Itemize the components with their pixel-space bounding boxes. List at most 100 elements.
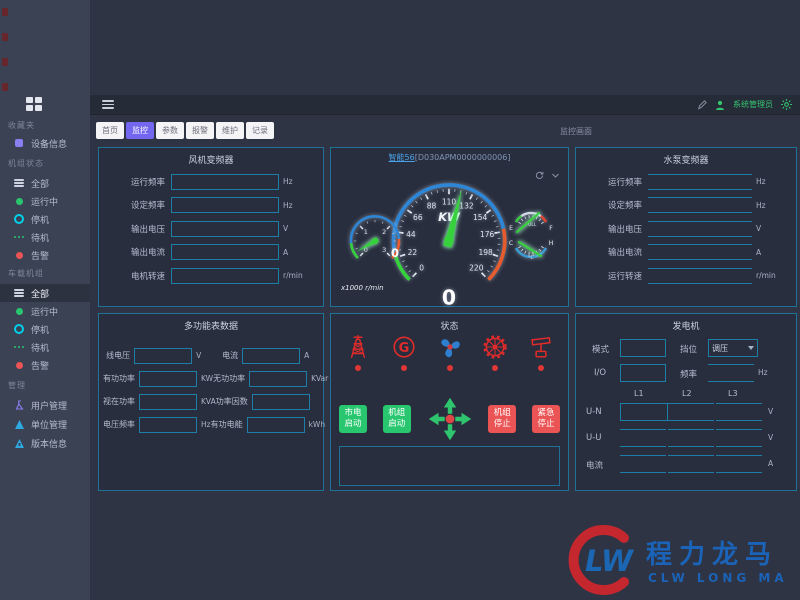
info-icon xyxy=(13,439,25,448)
panel-fan-vfd: 风机变频器 运行频率 Hz 设定频率 Hz 输出电压 V 输出电流 A xyxy=(98,147,324,307)
svg-text:3: 3 xyxy=(382,246,386,254)
i-l1-input[interactable] xyxy=(620,455,666,473)
sidebar-item-stopped[interactable]: 停机 xyxy=(0,210,90,228)
sidebar-item-user-admin[interactable]: 用户管理 xyxy=(0,396,90,414)
meter-row: 有功功率 KW 无功功率 KVar xyxy=(99,367,323,390)
emergency-stop-button[interactable]: 紧急停止 xyxy=(532,405,560,433)
sidebar-group-favorites: 收藏夹 xyxy=(8,120,35,131)
tab-home[interactable]: 首页 xyxy=(96,122,124,139)
panel-title: 多功能表数据 xyxy=(99,319,323,332)
sidebar-item-standby-2[interactable]: 待机 xyxy=(0,338,90,356)
fan-setfreq-input[interactable] xyxy=(171,197,279,213)
field-row: 运行转速 r/min xyxy=(576,264,796,288)
i-l2-input[interactable] xyxy=(668,455,714,473)
uu-l1-input[interactable] xyxy=(620,429,666,447)
svg-text:220: 220 xyxy=(469,263,484,272)
pump-current-input[interactable] xyxy=(648,244,752,260)
un-l3-input[interactable] xyxy=(716,403,762,421)
brand-logo-icon: LW xyxy=(566,524,638,596)
sidebar-group-vehicle-units: 车载机组 xyxy=(8,268,44,279)
panel-gauges: 智能56[D030APM0000000006] 0 22 44 66 88 11… xyxy=(330,147,569,307)
tab-monitor[interactable]: 监控 xyxy=(126,122,154,139)
energy-input[interactable] xyxy=(247,417,305,433)
io-input[interactable] xyxy=(620,364,666,382)
un-l1-input[interactable] xyxy=(620,403,668,421)
pump-voltage-input[interactable] xyxy=(648,221,752,237)
sidebar-item-version[interactable]: 版本信息 xyxy=(0,434,90,452)
tab-params[interactable]: 参数 xyxy=(156,122,184,139)
status-damper xyxy=(528,334,554,371)
tab-records[interactable]: 记录 xyxy=(246,122,274,139)
running-dot-icon xyxy=(13,308,25,315)
direction-pad[interactable] xyxy=(427,396,473,442)
fan-speed-input[interactable] xyxy=(171,268,279,284)
svg-text:88: 88 xyxy=(427,202,437,211)
power-tower-icon xyxy=(345,334,371,360)
username-label: 系统管理员 xyxy=(733,99,773,110)
svg-text:G: G xyxy=(398,341,409,356)
apparent-power-input[interactable] xyxy=(139,394,197,410)
power-factor-input[interactable] xyxy=(252,394,310,410)
sidebar-item-device-info[interactable]: 设备信息 xyxy=(0,134,90,152)
pump-setfreq-input[interactable] xyxy=(648,197,752,213)
mode-input[interactable] xyxy=(620,339,666,357)
sidebar-item-standby[interactable]: 待机 xyxy=(0,228,90,246)
pump-speed-input[interactable] xyxy=(648,268,752,284)
edge-marker-icon xyxy=(2,83,8,91)
sidebar-item-stopped-2[interactable]: 停机 xyxy=(0,320,90,338)
sidebar-item-org-admin[interactable]: 单位管理 xyxy=(0,415,90,433)
refresh-icon[interactable] xyxy=(535,165,544,184)
sidebar-item-running-2[interactable]: 运行中 xyxy=(0,302,90,320)
unit-start-button[interactable]: 机组启动 xyxy=(383,405,411,433)
rpm-caption: x1000 r/min xyxy=(341,284,384,292)
meter-row: 电压频率 Hz 有功电能 kWh xyxy=(99,413,323,436)
app-grid-icon[interactable] xyxy=(26,97,42,112)
uu-l2-input[interactable] xyxy=(668,429,714,447)
status-indicator xyxy=(492,365,498,371)
gear-select[interactable]: 调压 xyxy=(708,339,758,357)
sidebar-item-all-selected[interactable]: 全部 xyxy=(0,284,90,302)
generator-icon: G xyxy=(391,334,417,360)
edge-marker-icon xyxy=(2,8,8,16)
tab-alarms[interactable]: 报警 xyxy=(186,122,214,139)
fan-freq-input[interactable] xyxy=(171,174,279,190)
un-l2-input[interactable] xyxy=(668,403,714,421)
gear-icon[interactable] xyxy=(781,95,792,114)
current-input[interactable] xyxy=(242,348,300,364)
panel-status: 状态 G xyxy=(330,313,569,491)
svg-text:0: 0 xyxy=(419,263,424,272)
edit-icon[interactable] xyxy=(697,95,707,114)
device-icon xyxy=(13,139,25,147)
pump-freq-input[interactable] xyxy=(648,174,752,190)
tab-maintenance[interactable]: 维护 xyxy=(216,122,244,139)
active-power-input[interactable] xyxy=(139,371,197,387)
sidebar-item-running[interactable]: 运行中 xyxy=(0,192,90,210)
fan-voltage-input[interactable] xyxy=(171,221,279,237)
sidebar-item-alarm-2[interactable]: 告警 xyxy=(0,356,90,374)
sidebar-item-alarm[interactable]: 告警 xyxy=(0,246,90,264)
sidebar-group-unit-status: 机组状态 xyxy=(8,158,44,169)
gen-freq-input[interactable] xyxy=(708,364,754,382)
message-box[interactable] xyxy=(339,446,560,486)
chevron-down-icon xyxy=(748,346,754,350)
reactive-power-input[interactable] xyxy=(249,371,307,387)
svg-text:110: 110 xyxy=(442,197,457,206)
line-voltage-input[interactable] xyxy=(134,348,192,364)
frequency-input[interactable] xyxy=(139,417,197,433)
i-l3-input[interactable] xyxy=(716,455,762,473)
status-indicator xyxy=(538,365,544,371)
brand-name-en: CLW LONG MA xyxy=(648,571,788,585)
uu-l3-input[interactable] xyxy=(716,429,762,447)
svg-text:E: E xyxy=(509,225,513,232)
fan-current-input[interactable] xyxy=(171,244,279,260)
field-row: 输出电流 A xyxy=(576,241,796,265)
topbar: 系统管理员 xyxy=(90,95,800,115)
collapse-icon[interactable] xyxy=(551,165,560,184)
menu-toggle-icon[interactable] xyxy=(102,100,114,109)
mains-start-button[interactable]: 市电启动 xyxy=(339,405,367,433)
sidebar-item-all[interactable]: 全部 xyxy=(0,174,90,192)
meter-row: 视在功率 KVA 功率因数 xyxy=(99,390,323,413)
meter-row: 线电压 V 电流 A xyxy=(99,344,323,367)
status-generator: G xyxy=(391,334,417,371)
unit-stop-button[interactable]: 机组停止 xyxy=(488,405,516,433)
